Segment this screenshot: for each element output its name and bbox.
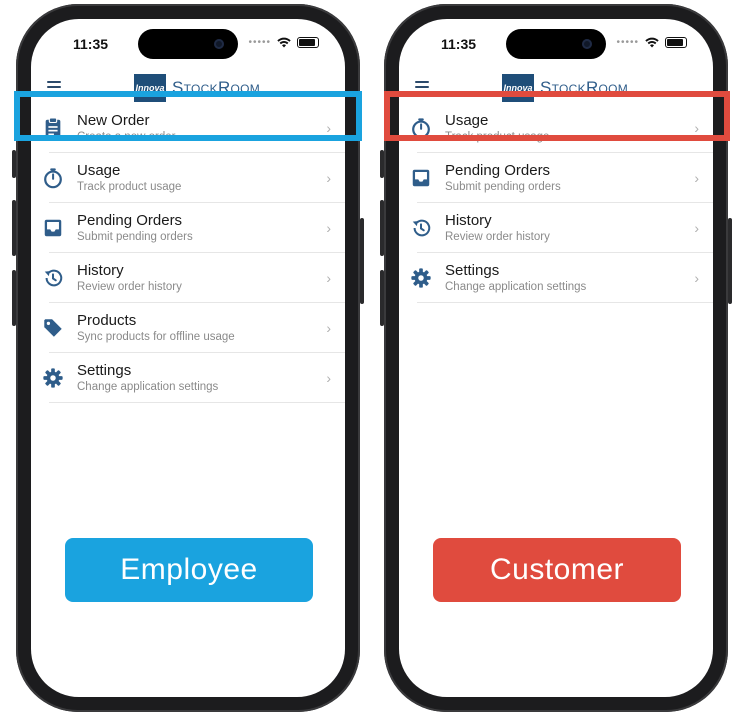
- menu-item-subtitle: Submit pending orders: [445, 180, 561, 193]
- menu-item-title: Products: [77, 311, 137, 329]
- chevron-right-icon: ›: [326, 170, 331, 186]
- status-icons: •••••: [248, 37, 319, 48]
- menu-item-title: Pending Orders: [77, 211, 183, 229]
- history-icon: [409, 216, 433, 240]
- menu-item-title: Settings: [77, 361, 132, 379]
- dynamic-island: [506, 29, 606, 59]
- menu-item-title: History: [445, 211, 492, 229]
- chevron-right-icon: ›: [326, 370, 331, 386]
- menu-item-subtitle: Review order history: [445, 230, 550, 243]
- inbox-icon: [41, 216, 65, 240]
- customer-highlight-box: [384, 91, 730, 141]
- volume-up-button: [380, 200, 384, 256]
- chevron-right-icon: ›: [694, 220, 699, 236]
- status-time: 11:35: [73, 36, 109, 52]
- battery-icon: [665, 37, 687, 48]
- gear-icon: [409, 266, 433, 290]
- status-time: 11:35: [441, 36, 477, 52]
- gear-icon: [41, 366, 65, 390]
- camera-icon: [582, 39, 592, 49]
- chevron-right-icon: ›: [326, 320, 331, 336]
- inbox-icon: [409, 166, 433, 190]
- wifi-icon: [645, 37, 659, 48]
- status-icons: •••••: [616, 37, 687, 48]
- divider: [49, 402, 345, 403]
- signal-icon: •••••: [248, 37, 271, 48]
- employee-role-badge: Employee: [65, 538, 313, 602]
- menu-item-title: History: [77, 261, 124, 279]
- chevron-right-icon: ›: [694, 170, 699, 186]
- menu-item-subtitle: Change application settings: [77, 380, 219, 393]
- menu-item-subtitle: Track product usage: [77, 180, 182, 193]
- camera-icon: [214, 39, 224, 49]
- menu-item-pending-orders[interactable]: Pending Orders Submit pending orders ›: [399, 153, 713, 203]
- history-icon: [41, 266, 65, 290]
- menu-item-title: Settings: [445, 261, 500, 279]
- chevron-right-icon: ›: [694, 270, 699, 286]
- menu-item-products[interactable]: Products Sync products for offline usage…: [31, 303, 345, 353]
- volume-down-button: [12, 270, 16, 326]
- dynamic-island: [138, 29, 238, 59]
- menu-item-history[interactable]: History Review order history ›: [399, 203, 713, 253]
- menu-item-subtitle: Review order history: [77, 280, 182, 293]
- menu-item-usage[interactable]: Usage Track product usage ›: [31, 153, 345, 203]
- power-button: [360, 218, 364, 304]
- signal-icon: •••••: [616, 37, 639, 48]
- customer-role-badge: Customer: [433, 538, 681, 602]
- menu-item-title: Usage: [77, 161, 121, 179]
- menu-item-settings[interactable]: Settings Change application settings ›: [31, 353, 345, 403]
- mute-switch: [12, 150, 16, 178]
- chevron-right-icon: ›: [326, 270, 331, 286]
- mute-switch: [380, 150, 384, 178]
- menu-item-subtitle: Submit pending orders: [77, 230, 193, 243]
- volume-up-button: [12, 200, 16, 256]
- volume-down-button: [380, 270, 384, 326]
- menu-list: New Order Create a new order › Usage Tra…: [31, 103, 345, 403]
- chevron-right-icon: ›: [326, 220, 331, 236]
- timer-icon: [41, 166, 65, 190]
- tag-icon: [41, 316, 65, 340]
- battery-icon: [297, 37, 319, 48]
- menu-item-pending-orders[interactable]: Pending Orders Submit pending orders ›: [31, 203, 345, 253]
- divider: [417, 302, 713, 303]
- menu-item-subtitle: Sync products for offline usage: [77, 330, 235, 343]
- menu-item-settings[interactable]: Settings Change application settings ›: [399, 253, 713, 303]
- menu-item-subtitle: Change application settings: [445, 280, 587, 293]
- employee-highlight-box: [14, 91, 362, 141]
- power-button: [728, 218, 732, 304]
- menu-item-title: Pending Orders: [445, 161, 551, 179]
- menu-item-history[interactable]: History Review order history ›: [31, 253, 345, 303]
- wifi-icon: [277, 37, 291, 48]
